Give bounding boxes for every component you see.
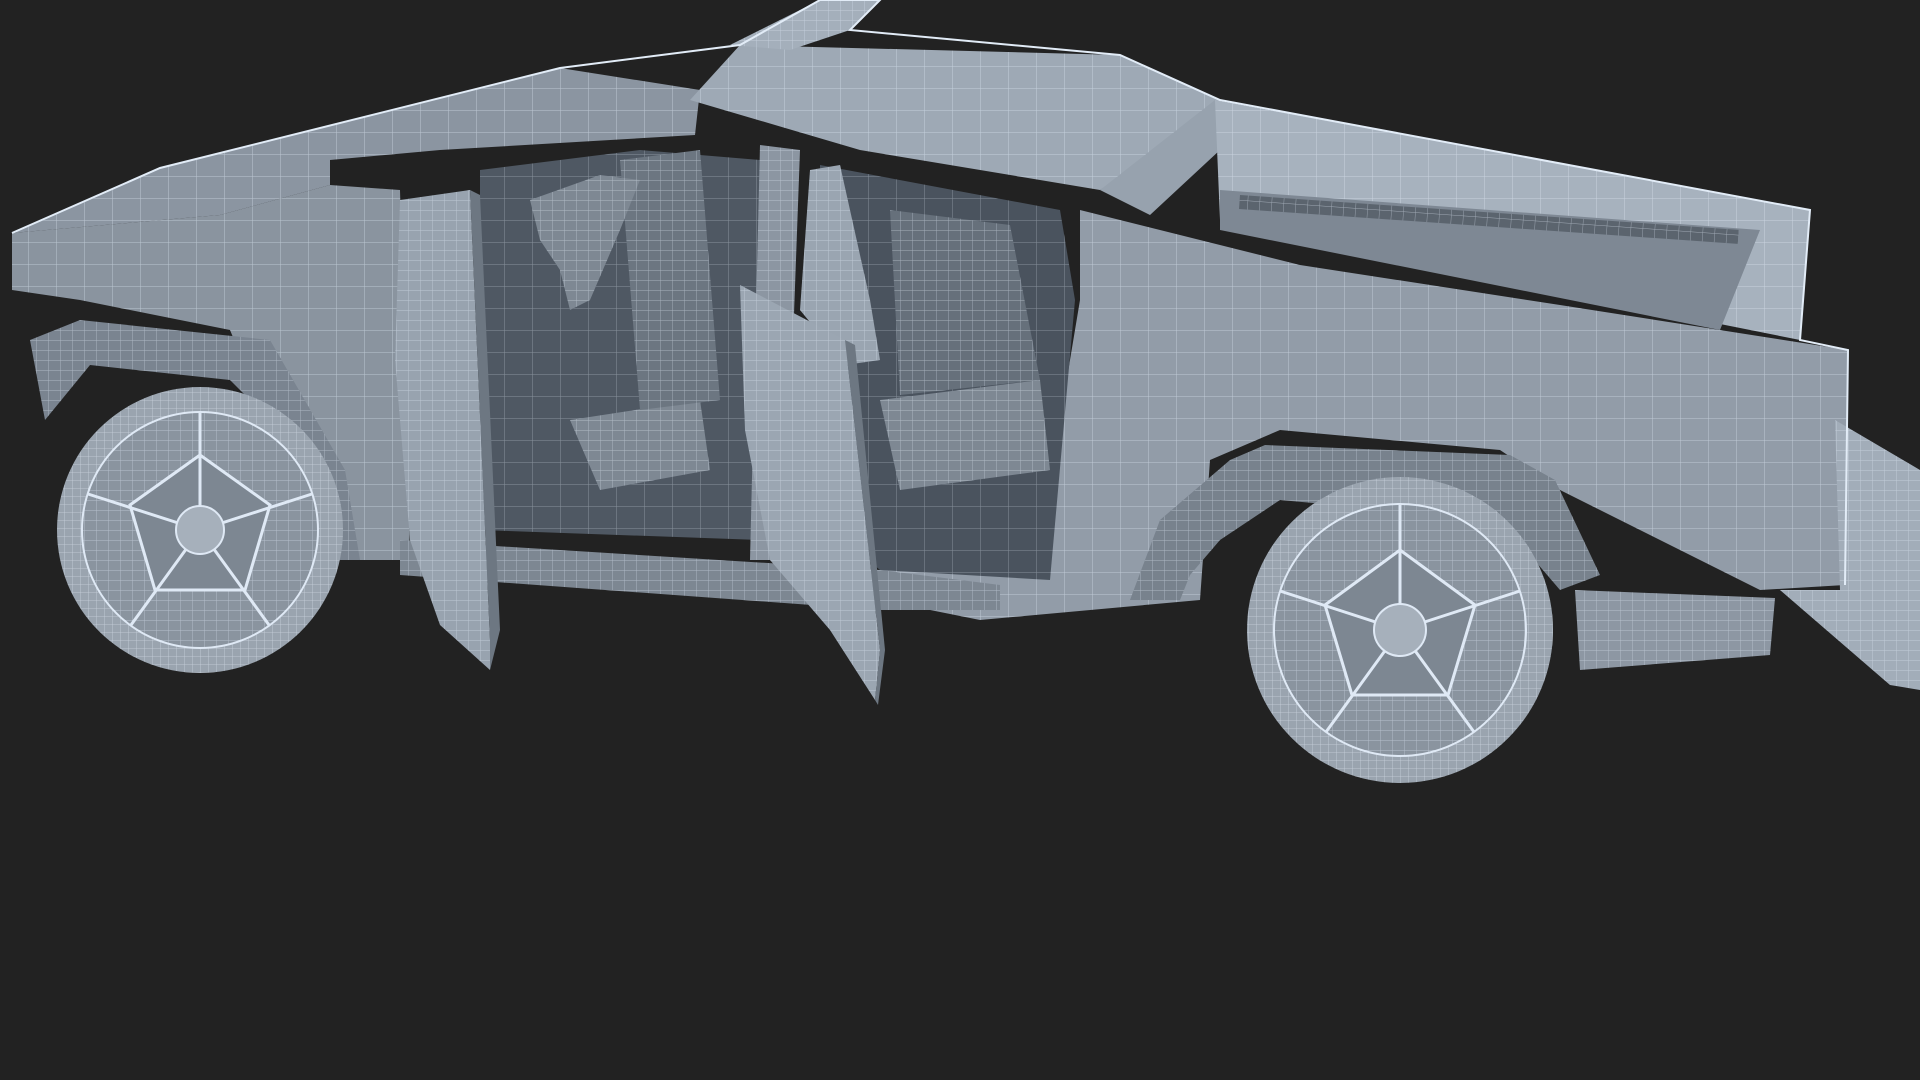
front-wheel-hub bbox=[175, 505, 225, 555]
rear-wheel-hub bbox=[1373, 603, 1427, 657]
render-viewport bbox=[0, 0, 1920, 1080]
rear-bumper-grid bbox=[1575, 590, 1775, 670]
front-wheel bbox=[57, 387, 343, 673]
truck-wireframe-render bbox=[11, 0, 1920, 783]
rear-wheel bbox=[1247, 477, 1553, 783]
